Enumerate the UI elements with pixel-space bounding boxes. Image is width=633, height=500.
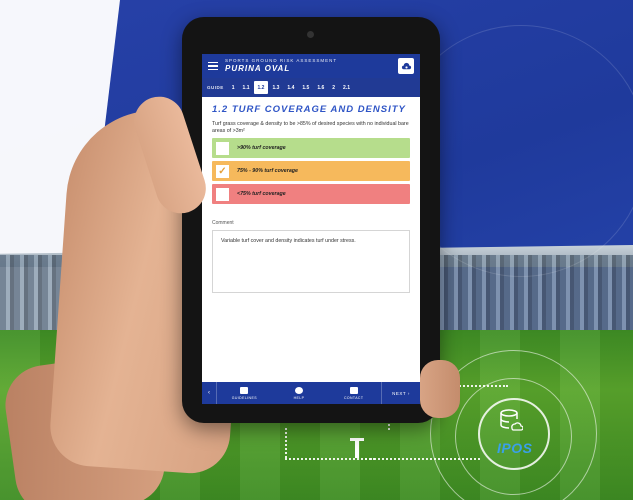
tab-2-1[interactable]: 2.1	[339, 81, 354, 94]
option-below-75[interactable]: <75% turf coverage	[212, 184, 410, 205]
brand-logo: IPOS	[497, 440, 533, 456]
decorative-marker-top	[350, 438, 364, 441]
help-icon	[295, 386, 303, 394]
database-cloud-icon	[500, 409, 523, 431]
help-button[interactable]: HELP	[272, 386, 327, 400]
app-screen: SPORTS GROUND RISK ASSESSMENT PURINA OVA…	[202, 54, 420, 404]
option-75-90[interactable]: ✓ 75% - 90% turf coverage	[212, 161, 410, 182]
option-above-90[interactable]: >90% turf coverage	[212, 138, 410, 159]
guidelines-label: GUIDELINES	[231, 395, 257, 400]
bottom-nav: ‹ GUIDELINES HELP CONTACT NEXT ›	[202, 382, 420, 404]
cloud-settings-button[interactable]	[398, 58, 414, 74]
decorative-dotted-line	[285, 428, 287, 458]
option-label: 75% - 90% turf coverage	[237, 168, 298, 175]
decorative-dotted-line	[365, 458, 480, 460]
tab-1-4[interactable]: 1.4	[283, 81, 298, 94]
contact-icon	[349, 386, 358, 394]
app-subtitle: SPORTS GROUND RISK ASSESSMENT	[225, 58, 338, 64]
tab-1-1[interactable]: 1.1	[239, 81, 254, 94]
option-label: >90% turf coverage	[237, 145, 286, 152]
section-description: Turf grass coverage & density to be >85%…	[212, 120, 409, 135]
marketing-scene: IPOS SPORTS GROUND RISK ASSESSMENT PURIN…	[0, 0, 633, 500]
cloud-settings-icon	[401, 62, 411, 69]
tab-1-3[interactable]: 1.3	[268, 81, 283, 94]
help-label: HELP	[293, 395, 305, 400]
prev-button[interactable]: ‹	[202, 382, 217, 404]
checkmark-icon[interactable]: ✓	[216, 164, 229, 178]
next-button[interactable]: NEXT ›	[381, 382, 420, 404]
tab-guide[interactable]: GUIDE	[207, 81, 228, 94]
document-icon	[240, 386, 249, 394]
contact-button[interactable]: CONTACT	[326, 386, 381, 400]
finger	[420, 360, 460, 418]
app-title: PURINA OVAL	[225, 63, 291, 73]
option-checkbox[interactable]	[216, 141, 229, 155]
section-content: 1.2 TURF COVERAGE AND DENSITY Turf grass…	[202, 97, 420, 301]
section-tabs: GUIDE 1 1.1 1.2 1.3 1.4 1.5 1.6 2 2.1	[202, 78, 420, 97]
tab-1-6[interactable]: 1.6	[313, 81, 328, 94]
hamburger-menu-icon[interactable]	[208, 62, 218, 70]
tab-1[interactable]: 1	[228, 81, 239, 94]
tablet-device: SPORTS GROUND RISK ASSESSMENT PURINA OVA…	[182, 17, 440, 423]
guidelines-button[interactable]: GUIDELINES	[217, 386, 272, 400]
camera	[307, 31, 314, 38]
comment-textarea[interactable]: Variable turf cover and density indicate…	[212, 230, 410, 294]
section-heading: 1.2 TURF COVERAGE AND DENSITY	[212, 104, 406, 115]
tab-2[interactable]: 2	[328, 81, 339, 94]
decorative-marker	[355, 440, 359, 458]
comment-label: Comment	[212, 220, 234, 227]
tab-1-2[interactable]: 1.2	[253, 81, 269, 94]
option-checkbox[interactable]	[216, 187, 229, 201]
contact-label: CONTACT	[343, 395, 364, 400]
app-header: SPORTS GROUND RISK ASSESSMENT PURINA OVA…	[202, 54, 420, 78]
tab-1-5[interactable]: 1.5	[298, 81, 313, 94]
decorative-dotted-line	[285, 458, 375, 460]
option-label: <75% turf coverage	[237, 191, 286, 198]
header-titles: SPORTS GROUND RISK ASSESSMENT PURINA OVA…	[225, 59, 398, 73]
